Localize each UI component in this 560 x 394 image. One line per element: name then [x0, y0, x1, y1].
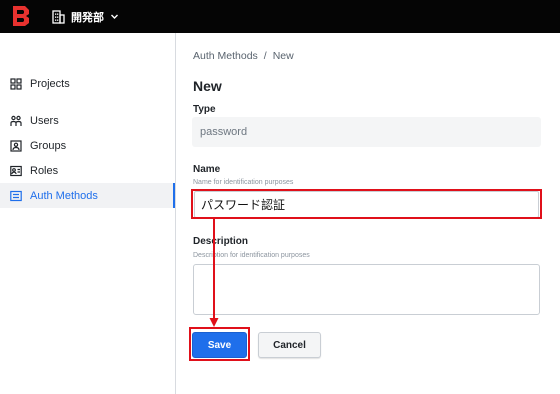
type-value: password — [200, 126, 248, 138]
type-label: Type — [193, 104, 216, 115]
breadcrumb-separator: / — [263, 50, 267, 62]
sidebar-item-groups[interactable]: Groups — [0, 133, 175, 158]
breadcrumb-link-auth-methods[interactable]: Auth Methods — [193, 50, 258, 62]
sidebar-item-auth-methods[interactable]: Auth Methods — [0, 183, 175, 208]
page: 開発部 Projects Users Groups Roles Auth Met… — [0, 0, 560, 394]
sidebar-item-projects[interactable]: Projects — [0, 71, 175, 96]
sidebar-item-label: Users — [30, 114, 59, 127]
type-field: password — [192, 117, 541, 147]
users-icon — [10, 115, 22, 127]
breadcrumb: Auth Methods / New — [193, 50, 294, 62]
sidebar-item-label: Groups — [30, 139, 67, 152]
building-icon — [52, 9, 65, 24]
org-switcher[interactable]: 開発部 — [52, 8, 119, 25]
main-content: Auth Methods / New New Type password Nam… — [177, 33, 560, 394]
sidebar-item-label: Auth Methods — [30, 189, 98, 202]
sidebar-item-roles[interactable]: Roles — [0, 158, 175, 183]
chevron-down-icon — [111, 14, 118, 19]
name-input[interactable] — [194, 191, 539, 218]
sidebar: Projects Users Groups Roles Auth Methods — [0, 33, 176, 394]
top-bar: 開発部 — [0, 0, 560, 33]
id-card-icon — [10, 165, 22, 177]
grid-icon — [10, 77, 22, 90]
org-name: 開発部 — [71, 11, 104, 24]
description-label: Description — [193, 236, 249, 247]
sidebar-item-label: Projects — [30, 77, 70, 90]
save-button[interactable]: Save — [192, 332, 247, 358]
app-logo[interactable] — [11, 5, 31, 27]
page-title: New — [193, 78, 222, 94]
auth-methods-icon — [10, 190, 22, 202]
name-hint: Name for identification purposes — [193, 179, 294, 186]
cancel-button[interactable]: Cancel — [258, 332, 321, 358]
name-label: Name — [193, 164, 221, 175]
description-textarea[interactable] — [193, 264, 540, 315]
groups-icon — [10, 139, 22, 152]
breadcrumb-current: New — [272, 50, 294, 62]
sidebar-item-label: Roles — [30, 164, 59, 177]
sidebar-item-users[interactable]: Users — [0, 108, 175, 133]
description-hint: Description for identification purposes — [193, 252, 310, 259]
